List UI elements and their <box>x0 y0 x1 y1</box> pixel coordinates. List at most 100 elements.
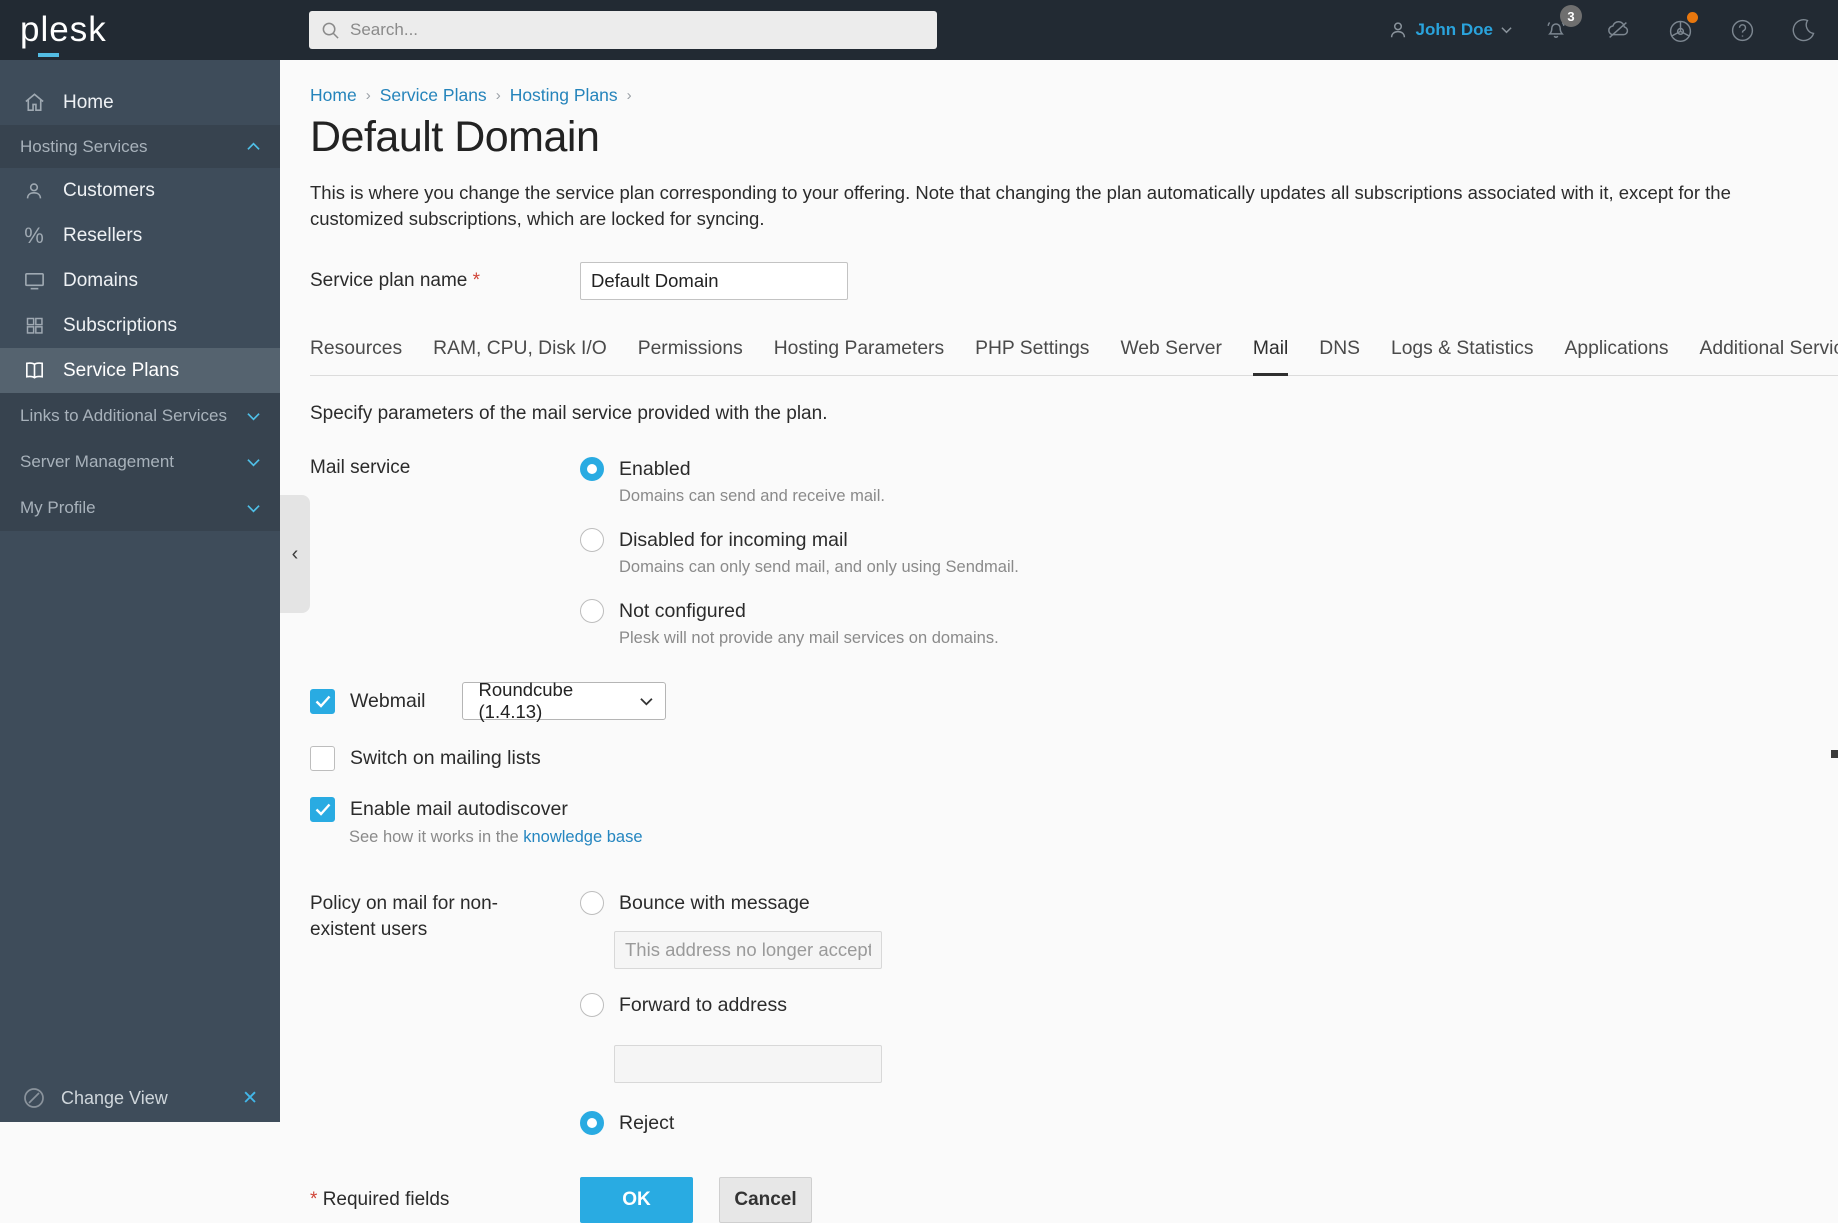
tab-permissions[interactable]: Permissions <box>638 338 743 375</box>
autodiscover-help-text: See how it works in the <box>349 828 523 846</box>
main-content: Home › Service Plans › Hosting Plans › D… <box>280 60 1838 1122</box>
plan-name-row: Service plan name * <box>310 262 1838 300</box>
option-label[interactable]: Bounce with message <box>619 892 810 915</box>
webmail-select[interactable]: Roundcube (1.4.13) <box>462 682 666 720</box>
mail-service-label: Mail service <box>310 457 580 479</box>
chevron-down-icon <box>1501 26 1512 34</box>
home-icon <box>22 91 46 115</box>
required-fields-note: * Required fields <box>310 1189 580 1211</box>
plesk-logo: plesk <box>20 10 107 50</box>
radio-forward[interactable] <box>580 993 604 1017</box>
chevron-down-icon <box>247 504 260 513</box>
chevron-up-icon <box>247 142 260 151</box>
option-enabled: Enabled Domains can send and receive mai… <box>580 457 1019 506</box>
autodiscover-row: Enable mail autodiscover See how it work… <box>310 797 1838 847</box>
mailing-lists-checkbox[interactable] <box>310 746 335 771</box>
plan-name-input[interactable] <box>580 262 848 300</box>
dark-mode-button[interactable] <box>1786 12 1822 48</box>
tab-applications[interactable]: Applications <box>1565 338 1669 375</box>
autodiscover-label[interactable]: Enable mail autodiscover <box>350 798 568 821</box>
radio-reject[interactable] <box>580 1111 604 1135</box>
percent-icon: % <box>22 224 46 248</box>
section-label: Server Management <box>20 452 174 472</box>
breadcrumb-service-plans[interactable]: Service Plans <box>380 85 487 106</box>
sidebar-item-domains[interactable]: Domains <box>0 258 280 303</box>
tab-mail[interactable]: Mail <box>1253 338 1288 376</box>
tab-logs-statistics[interactable]: Logs & Statistics <box>1391 338 1534 375</box>
tab-dns[interactable]: DNS <box>1319 338 1360 375</box>
bounce-message-input[interactable] <box>614 931 882 969</box>
scrollbar-thumb[interactable] <box>1831 750 1838 758</box>
policy-label: Policy on mail for non-existent users <box>310 891 560 943</box>
option-help: Domains can only send mail, and only usi… <box>619 558 1019 577</box>
sidebar-item-home[interactable]: Home <box>0 80 280 125</box>
mail-section-intro: Specify parameters of the mail service p… <box>310 403 1838 425</box>
option-label[interactable]: Forward to address <box>619 994 787 1017</box>
notifications-button[interactable]: 3 <box>1538 12 1574 48</box>
whats-new-button[interactable] <box>1662 12 1698 48</box>
close-icon[interactable]: ✕ <box>242 1087 258 1110</box>
option-label[interactable]: Not configured <box>619 600 746 623</box>
cloud-off-icon <box>1604 16 1632 44</box>
ok-button[interactable]: OK <box>580 1177 693 1223</box>
sidebar-item-label: Service Plans <box>63 360 179 382</box>
check-icon <box>315 803 331 816</box>
required-asterisk: * <box>310 1189 317 1210</box>
monitor-icon <box>22 269 46 293</box>
radio-bounce[interactable] <box>580 891 604 915</box>
change-view-button[interactable]: Change View ✕ <box>0 1074 280 1122</box>
chevron-down-icon <box>640 697 653 706</box>
tab-ram-cpu-disk[interactable]: RAM, CPU, Disk I/O <box>433 338 607 375</box>
grid-icon <box>22 314 46 338</box>
radio-enabled[interactable] <box>580 457 604 481</box>
sidebar-item-label: Domains <box>63 270 138 292</box>
topbar: plesk John Doe 3 <box>0 0 1838 60</box>
sidebar-item-label: Resellers <box>63 225 142 247</box>
user-menu[interactable]: John Doe <box>1388 20 1512 40</box>
sidebar-item-customers[interactable]: Customers <box>0 168 280 213</box>
help-button[interactable] <box>1724 12 1760 48</box>
sidebar-section-links-additional[interactable]: Links to Additional Services <box>0 393 280 439</box>
radio-not-configured[interactable] <box>580 599 604 623</box>
mailing-lists-row: Switch on mailing lists <box>310 746 1838 771</box>
search-field[interactable] <box>350 20 890 40</box>
cancel-button[interactable]: Cancel <box>719 1177 812 1223</box>
mailing-lists-label[interactable]: Switch on mailing lists <box>350 747 541 770</box>
breadcrumb-home[interactable]: Home <box>310 85 357 106</box>
tab-resources[interactable]: Resources <box>310 338 402 375</box>
sidebar-item-label: Home <box>63 92 114 114</box>
option-label[interactable]: Enabled <box>619 458 691 481</box>
tab-web-server[interactable]: Web Server <box>1120 338 1221 375</box>
breadcrumb-hosting-plans[interactable]: Hosting Plans <box>510 85 618 106</box>
sidebar-collapse-handle[interactable]: ‹ <box>280 495 310 613</box>
webmail-checkbox[interactable] <box>310 689 335 714</box>
option-label[interactable]: Disabled for incoming mail <box>619 529 848 552</box>
tab-php-settings[interactable]: PHP Settings <box>975 338 1089 375</box>
sidebar-item-resellers[interactable]: % Resellers <box>0 213 280 258</box>
sidebar-item-label: Customers <box>63 180 155 202</box>
search-input[interactable] <box>309 11 937 49</box>
sidebar-section-hosting-services[interactable]: Hosting Services <box>0 125 280 168</box>
sidebar-section-my-profile[interactable]: My Profile <box>0 485 280 531</box>
tab-additional-services[interactable]: Additional Services <box>1699 338 1838 375</box>
forward-address-input[interactable] <box>614 1045 882 1083</box>
section-label: My Profile <box>20 498 96 518</box>
option-label[interactable]: Reject <box>619 1112 674 1135</box>
plesk-logo-underscore <box>38 53 59 57</box>
autodiscover-checkbox[interactable] <box>310 797 335 822</box>
question-icon <box>1729 17 1756 44</box>
sidebar-item-service-plans[interactable]: Service Plans <box>0 348 280 393</box>
sidebar-item-label: Subscriptions <box>63 315 177 337</box>
radio-disabled-incoming[interactable] <box>580 528 604 552</box>
chevron-down-icon <box>247 412 260 421</box>
sidebar-item-subscriptions[interactable]: Subscriptions <box>0 303 280 348</box>
notification-badge: 3 <box>1560 5 1582 27</box>
tab-hosting-parameters[interactable]: Hosting Parameters <box>774 338 944 375</box>
chevron-right-icon: › <box>627 87 632 104</box>
option-reject: Reject <box>580 1111 882 1135</box>
sidebar-section-server-management[interactable]: Server Management <box>0 439 280 485</box>
cloud-sync-button[interactable] <box>1600 12 1636 48</box>
webmail-label[interactable]: Webmail <box>350 690 426 713</box>
page-description: This is where you change the service pla… <box>310 180 1762 232</box>
knowledge-base-link[interactable]: knowledge base <box>523 828 642 846</box>
